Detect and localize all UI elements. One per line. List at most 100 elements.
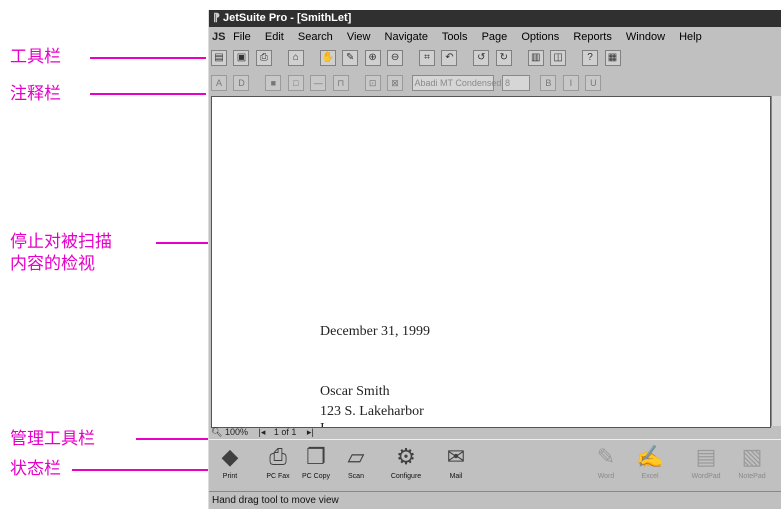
filled-rect-icon[interactable]: ■ — [265, 75, 282, 91]
main-toolbar: ▤ ▣ ⎙ ⌂ ✋ ✎ ⊕ ⊖ ⌗ ↶ ↺ ↻ ▥ ◫ ? ▦ — [209, 48, 781, 70]
menu-bar: JS File Edit Search View Navigate Tools … — [209, 28, 781, 46]
select-tool-icon[interactable]: ✎ — [342, 50, 359, 66]
notepad-button[interactable]: ▧ NotePad — [735, 442, 769, 482]
menu-search[interactable]: Search — [298, 31, 333, 43]
properties-icon[interactable]: ▦ — [604, 50, 621, 66]
menu-help[interactable]: Help — [679, 31, 702, 43]
menu-view[interactable]: View — [347, 31, 371, 43]
printer-icon: ◆ — [221, 444, 239, 469]
vertical-scrollbar[interactable] — [771, 96, 781, 426]
stamp-icon[interactable]: ⊓ — [332, 75, 349, 91]
scan-label: Scan — [348, 473, 364, 480]
menu-navigate[interactable]: Navigate — [385, 31, 428, 43]
hand-tool-icon[interactable]: ✋ — [319, 50, 336, 66]
menu-window[interactable]: Window — [626, 31, 665, 43]
menu-edit[interactable]: Edit — [265, 31, 284, 43]
fit-page-icon[interactable]: ◫ — [550, 50, 567, 66]
app-window: ⁋ JetSuite Pro - [SmithLet] JS File Edit … — [208, 10, 781, 509]
configure-icon: ⚙ — [396, 444, 416, 469]
wordpad-label: WordPad — [691, 473, 721, 480]
undo-icon[interactable]: ↶ — [441, 50, 458, 66]
magnify-icon: 🔍︎ — [211, 427, 223, 437]
text-note-icon[interactable]: D — [233, 75, 250, 91]
link-icon[interactable]: ⊠ — [387, 75, 404, 91]
prev-page-icon[interactable]: |◂ — [259, 427, 266, 437]
status-bar: Hand drag tool to move view — [209, 491, 781, 509]
management-toolbar: ◆ Print ⎙ PC Fax ❐ PC Copy ▱ Scan ⚙ Conf… — [209, 439, 781, 488]
callout-stop-view-line1: 停止对被扫描 — [10, 232, 112, 252]
excel-button[interactable]: ✍ Excel — [633, 442, 667, 482]
excel-icon: ✍ — [636, 444, 664, 469]
leader-toolbar — [90, 57, 206, 59]
line-icon[interactable]: — — [310, 75, 327, 91]
configure-button[interactable]: ⚙ Configure — [389, 442, 423, 482]
mail-icon: ✉ — [446, 444, 466, 469]
window-title: JetSuite Pro - [SmithLet] — [223, 12, 352, 24]
document-view[interactable]: December 31, 1999 Oscar Smith 123 S. Lak… — [211, 96, 771, 428]
next-page-icon[interactable]: ▸| — [307, 427, 314, 437]
menu-page[interactable]: Page — [482, 31, 508, 43]
bold-icon[interactable]: B — [540, 75, 557, 91]
rotate-left-icon[interactable]: ↺ — [473, 50, 490, 66]
crop-icon[interactable]: ⌗ — [418, 50, 435, 66]
word-label: Word — [597, 473, 615, 480]
menu-file[interactable]: File — [233, 31, 251, 43]
copy-icon: ❐ — [306, 444, 326, 469]
pc-fax-label: PC Fax — [266, 473, 290, 480]
underline-icon[interactable]: U — [585, 75, 602, 91]
scanner-icon: ▱ — [347, 444, 365, 469]
pc-copy-label: PC Copy — [301, 473, 330, 480]
word-button[interactable]: ✎ Word — [589, 442, 623, 482]
status-text: Hand drag tool to move view — [212, 495, 339, 506]
callout-toolbar: 工具栏 — [10, 47, 61, 67]
menu-reports[interactable]: Reports — [573, 31, 612, 43]
help-pointer-icon[interactable]: ? — [582, 50, 599, 66]
scan-button[interactable]: ▱ Scan — [339, 442, 373, 482]
document-nav-row: 🔍︎ 100% |◂ 1 of 1 ▸| — [211, 427, 769, 438]
pc-fax-button[interactable]: ⎙ PC Fax — [261, 442, 295, 482]
fax-icon: ⎙ — [269, 444, 287, 469]
notepad-label: NotePad — [738, 473, 766, 480]
zoom-level[interactable]: 100% — [225, 427, 248, 437]
mail-button[interactable]: ✉ Mail — [439, 442, 473, 482]
callout-management-bar: 管理工具栏 — [10, 429, 95, 449]
italic-icon[interactable]: I — [562, 75, 579, 91]
letter-recipient-name: Oscar Smith — [320, 384, 390, 399]
font-size-select[interactable]: 8 — [501, 75, 530, 91]
leader-annotation-bar — [90, 93, 206, 95]
open-icon[interactable]: ▤ — [211, 50, 227, 66]
print-icon[interactable]: ⎙ — [255, 50, 272, 66]
wordpad-button[interactable]: ▤ WordPad — [689, 442, 723, 482]
highlight-icon[interactable]: A — [211, 75, 227, 91]
zoom-out-icon[interactable]: ⊖ — [387, 50, 404, 66]
configure-label: Configure — [390, 473, 422, 480]
rotate-right-icon[interactable]: ↻ — [495, 50, 512, 66]
annotation-toolbar: A D ■ □ — ⊓ ⊡ ⊠ Abadi MT Condensed Li 8 … — [209, 72, 781, 94]
notepad-icon: ▧ — [741, 444, 763, 469]
document-icon[interactable]: JS — [212, 28, 226, 46]
callout-stop-view: 停止对被扫描 内容的检视 — [10, 231, 112, 275]
letter-date: December 31, 1999 — [320, 324, 431, 339]
pc-copy-button[interactable]: ❐ PC Copy — [299, 442, 333, 482]
title-bar: ⁋ JetSuite Pro - [SmithLet] — [209, 10, 781, 27]
menu-tools[interactable]: Tools — [442, 31, 468, 43]
menu-options[interactable]: Options — [521, 31, 559, 43]
callout-status-bar: 状态栏 — [10, 459, 61, 479]
print-button[interactable]: ◆ Print — [213, 442, 247, 482]
wordpad-icon: ▤ — [695, 444, 717, 469]
callout-annotation-bar: 注释栏 — [10, 84, 61, 104]
hollow-rect-icon[interactable]: □ — [287, 75, 304, 91]
callout-stop-view-line2: 内容的检视 — [10, 254, 95, 274]
print-label: Print — [222, 473, 238, 480]
attach-icon[interactable]: ⊡ — [364, 75, 381, 91]
excel-label: Excel — [641, 473, 659, 480]
scan-icon[interactable]: ⌂ — [287, 50, 304, 66]
save-icon[interactable]: ▣ — [233, 50, 250, 66]
zoom-in-icon[interactable]: ⊕ — [364, 50, 381, 66]
mail-label: Mail — [449, 473, 463, 480]
page-indicator: 1 of 1 — [273, 427, 297, 437]
word-icon: ✎ — [596, 444, 616, 469]
page-icon[interactable]: ▥ — [527, 50, 544, 66]
jetsuite-logo-icon: ⁋ — [213, 12, 220, 24]
font-name-select[interactable]: Abadi MT Condensed Li — [411, 75, 511, 91]
